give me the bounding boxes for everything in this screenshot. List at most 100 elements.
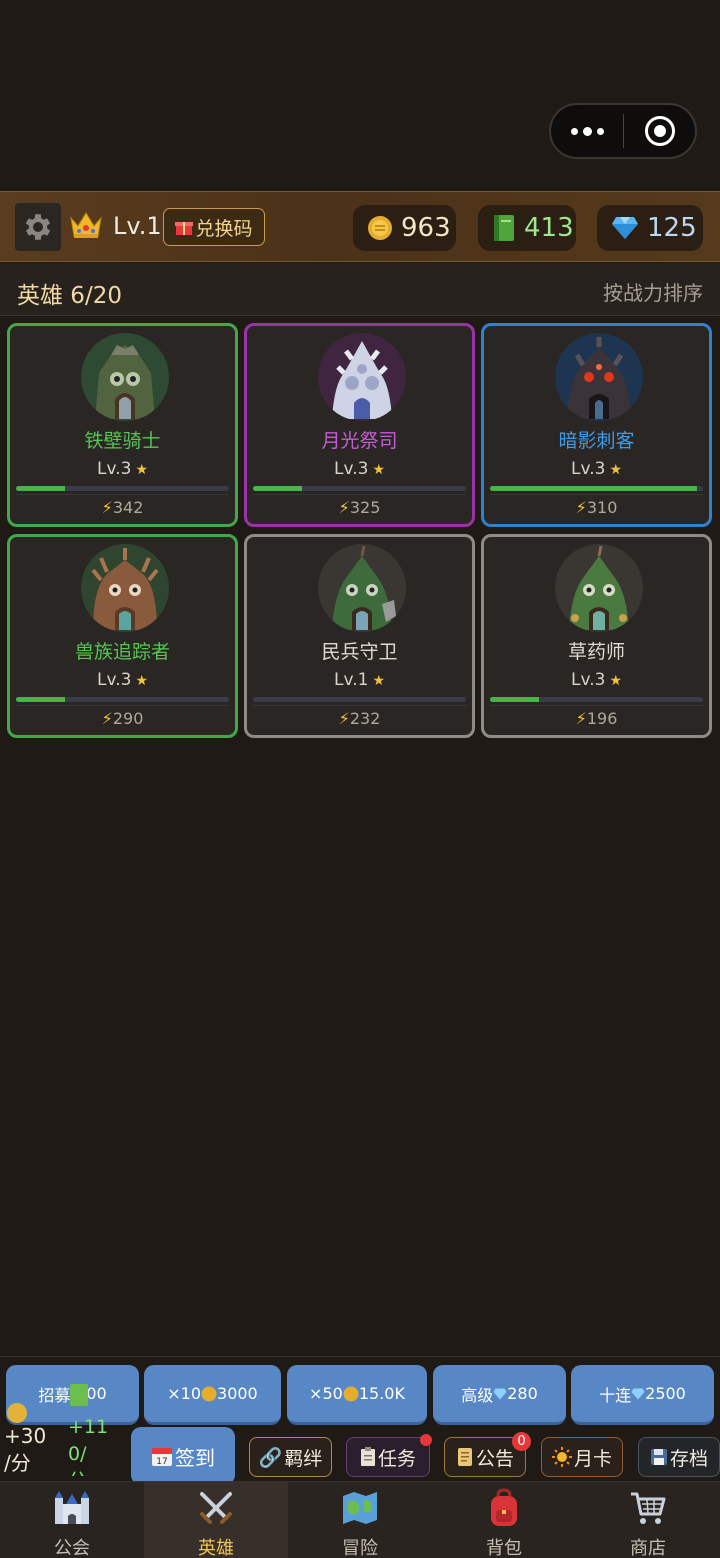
hero-avatar bbox=[318, 333, 406, 421]
sort-by-power-button[interactable]: 按战力排序 bbox=[603, 277, 703, 306]
tab-shop[interactable]: 商店 bbox=[576, 1482, 720, 1558]
tab-heroes-label: 英雄 bbox=[198, 1538, 234, 1558]
hero-xp-bar bbox=[253, 486, 466, 491]
lightning-icon: ⚡ bbox=[575, 709, 587, 728]
hero-name: 暗影刺客 bbox=[558, 430, 635, 452]
hero-card[interactable]: 兽族追踪者 Lv.3 ★ ⚡290 bbox=[7, 534, 238, 738]
month-card-label: 月卡 bbox=[573, 1447, 612, 1470]
hero-level-text: Lv.1 bbox=[334, 670, 369, 690]
tab-heroes[interactable]: 英雄 bbox=[144, 1482, 288, 1558]
sun-icon bbox=[551, 1447, 572, 1467]
scroll-icon bbox=[457, 1448, 472, 1466]
sign-in-label: 签到 bbox=[175, 1445, 215, 1470]
hero-name: 月光祭司 bbox=[321, 430, 398, 452]
tab-guild[interactable]: 公会 bbox=[0, 1482, 144, 1558]
gift-icon bbox=[175, 222, 194, 235]
save-button[interactable]: 存档 bbox=[638, 1437, 720, 1477]
card-divider bbox=[16, 705, 229, 706]
hero-name: 铁壁骑士 bbox=[84, 430, 161, 452]
tab-backpack-label: 背包 bbox=[486, 1538, 522, 1558]
lightning-icon: ⚡ bbox=[338, 709, 350, 728]
hero-name: 草药师 bbox=[567, 641, 625, 663]
gold-amount: 963 bbox=[401, 213, 451, 243]
hero-power: ⚡232 bbox=[247, 709, 472, 728]
hero-card[interactable]: 月光祭司 Lv.3 ★ ⚡325 bbox=[244, 323, 475, 527]
tab-shop-label: 商店 bbox=[630, 1538, 666, 1558]
sign-in-button[interactable]: 17 签到 bbox=[131, 1427, 235, 1485]
card-divider bbox=[253, 494, 466, 495]
hero-card[interactable]: 民兵守卫 Lv.1 ★ ⚡232 bbox=[244, 534, 475, 738]
tab-adventure[interactable]: 冒险 bbox=[288, 1482, 432, 1558]
hero-card[interactable]: 铁壁骑士 Lv.3 ★ ⚡342 bbox=[7, 323, 238, 527]
gold-counter: 963 bbox=[353, 205, 456, 251]
hero-power-value: 196 bbox=[586, 709, 618, 728]
hero-power-value: 290 bbox=[112, 709, 144, 728]
star-icon: ★ bbox=[609, 462, 622, 478]
tab-guild-label: 公会 bbox=[54, 1538, 90, 1558]
green-book-icon bbox=[70, 1384, 88, 1406]
notice-badge: 0 bbox=[512, 1432, 531, 1451]
hero-power: ⚡290 bbox=[10, 709, 235, 728]
svg-text:17: 17 bbox=[156, 1457, 167, 1467]
hero-name: 民兵守卫 bbox=[321, 641, 398, 663]
hero-list-header: 英雄 6/20 按战力排序 bbox=[0, 263, 720, 316]
recruit-advanced-button[interactable]: 高级 280 bbox=[433, 1365, 566, 1425]
tab-backpack[interactable]: 背包 bbox=[432, 1482, 576, 1558]
recruit-x50-label: ×50 bbox=[309, 1384, 343, 1403]
crossed-swords-icon bbox=[194, 1488, 238, 1528]
hero-card[interactable]: 暗影刺客 Lv.3 ★ ⚡310 bbox=[481, 323, 712, 527]
card-divider bbox=[490, 705, 703, 706]
hero-level-text: Lv.3 bbox=[571, 670, 606, 690]
gear-icon[interactable] bbox=[15, 203, 61, 251]
hero-xp-bar bbox=[490, 697, 703, 702]
target-close-icon[interactable] bbox=[624, 105, 695, 157]
hero-xp-bar bbox=[490, 486, 703, 491]
card-divider bbox=[490, 494, 703, 495]
hero-avatar bbox=[555, 544, 643, 632]
hero-level: Lv.3 ★ bbox=[484, 670, 709, 690]
recruit-x50-button[interactable]: ×50 15.0K bbox=[287, 1365, 427, 1425]
bond-button[interactable]: 🔗 羁绊 bbox=[249, 1437, 332, 1477]
star-icon: ★ bbox=[372, 673, 385, 689]
gold-income-value: +30 bbox=[4, 1424, 47, 1448]
recruit-single-label: 招募 bbox=[38, 1385, 71, 1405]
recruit-ten-label: 十连 bbox=[599, 1385, 632, 1405]
book-income-value-2: 0/ bbox=[68, 1443, 87, 1465]
backpack-icon bbox=[482, 1488, 526, 1528]
mini-program-capsule bbox=[549, 103, 697, 159]
hero-level: Lv.3 ★ bbox=[10, 670, 235, 690]
recruit-advanced-label: 高级 bbox=[461, 1385, 494, 1405]
gold-coin-icon bbox=[343, 1386, 359, 1401]
more-dots-icon[interactable] bbox=[551, 105, 623, 157]
recruit-x10-label: ×10 bbox=[167, 1384, 202, 1403]
floppy-disk-icon bbox=[650, 1449, 667, 1465]
hero-card[interactable]: 草药师 Lv.3 ★ ⚡196 bbox=[481, 534, 712, 738]
link-icon: 🔗 bbox=[258, 1446, 283, 1469]
hero-level: Lv.3 ★ bbox=[247, 459, 472, 479]
task-label: 任务 bbox=[377, 1447, 416, 1470]
diamond-icon bbox=[612, 217, 638, 239]
gold-coin-icon bbox=[7, 1403, 27, 1423]
lightning-icon: ⚡ bbox=[338, 498, 350, 517]
hero-power-value: 232 bbox=[349, 709, 381, 728]
task-notification-dot bbox=[420, 1434, 432, 1446]
recruit-x50-cost: 15.0K bbox=[358, 1384, 405, 1403]
hero-power: ⚡310 bbox=[484, 498, 709, 517]
resource-bar: Lv.1 兑换码 963 413 125 bbox=[0, 191, 720, 262]
recruit-ten-button[interactable]: 十连 2500 bbox=[571, 1365, 714, 1425]
month-card-button[interactable]: 月卡 bbox=[541, 1437, 623, 1477]
diamond-icon bbox=[493, 1388, 507, 1399]
task-button[interactable]: 任务 bbox=[346, 1437, 430, 1477]
redeem-code-label: 兑换码 bbox=[195, 217, 253, 240]
lightning-icon: ⚡ bbox=[101, 498, 113, 517]
card-divider bbox=[253, 705, 466, 706]
book-income-rate: +11 0/ 分 bbox=[68, 1384, 108, 1476]
redeem-code-button[interactable]: 兑换码 bbox=[163, 208, 265, 246]
recruit-x10-button[interactable]: ×10 3000 bbox=[144, 1365, 281, 1425]
recruit-x10-cost: 3000 bbox=[217, 1384, 258, 1403]
gold-income-rate: +30 /分 bbox=[4, 1403, 46, 1477]
hero-level-text: Lv.3 bbox=[97, 459, 132, 479]
hero-level: Lv.1 ★ bbox=[247, 670, 472, 690]
bond-label: 羁绊 bbox=[284, 1447, 323, 1470]
hero-avatar bbox=[555, 333, 643, 421]
